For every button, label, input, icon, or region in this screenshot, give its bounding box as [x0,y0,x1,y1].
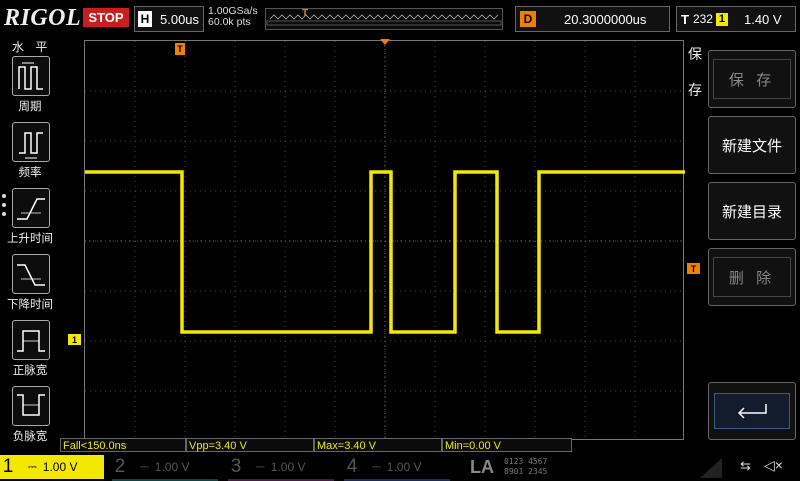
trigger-key: T [681,11,689,27]
dc-coupling-icon: ⎓ [372,460,381,473]
run-stop-indicator[interactable]: STOP [83,8,129,27]
brand-logo: RIGOL [4,5,82,31]
measurement-min[interactable]: Min=0.00 V [442,438,572,452]
save-menu-tab: 保 存 [688,42,706,102]
usb-icon: ⇆ [740,458,751,473]
center-time-marker-icon [380,39,390,45]
trigger-source: 1 [715,12,728,26]
top-status-bar: RIGOL STOP H 5.00us 1.00GSa/s 60.0k pts … [0,0,800,36]
dc-coupling-icon: ⎓ [256,460,265,473]
delay-value: 20.3000000us [564,11,647,27]
measure-negative-width-button[interactable]: 负脉宽 [6,386,54,446]
measure-period-label: 周期 [18,101,42,113]
ch1-ground-marker[interactable]: 1 [68,334,81,345]
horizontal-scale-value: 5.00us [160,11,200,27]
measurement-vpp[interactable]: Vpp=3.40 V [186,438,314,452]
measure-frequency-label: 频率 [18,167,42,179]
measurement-fall-time[interactable]: Fall<150.0ns [60,438,186,452]
measurement-max[interactable]: Max=3.40 V [314,438,442,452]
channel-2-scale: 1.00 V [154,460,190,474]
enter-icon [714,393,790,429]
channel-1-tab[interactable]: 1 ⎓ 1.00 V [0,455,104,479]
measure-negative-width-label: 负脉宽 [12,431,48,443]
channel-4-tab[interactable]: 4 ⎓ 1.00 V [344,455,450,481]
waveform-graticule [85,41,685,441]
measurement-bar: Fall<150.0ns Vpp=3.40 V Max=3.40 V Min=0… [60,438,572,452]
period-icon [12,56,50,96]
frequency-icon [12,122,50,162]
delay-key: D [520,11,536,27]
new-folder-button[interactable]: 新建目录 [708,182,796,240]
save-menu-tab-char-1: 保 [688,46,702,62]
new-file-button[interactable]: 新建文件 [708,116,796,174]
measure-fall-time-label: 下降时间 [7,299,53,311]
channel-4-number: 4 [346,456,358,477]
acquisition-info: 1.00GSa/s 60.0k pts [208,6,258,28]
fall-time-icon [12,254,50,294]
enter-button[interactable] [708,382,796,440]
save-button-label: 保 存 [713,59,791,99]
channel-2-tab[interactable]: 2 ⎓ 1.00 V [112,455,218,481]
channel-1-scale: 1.00 V [42,460,78,474]
save-menu: 保 存 保 存 新建文件 新建目录 删 除 [686,36,800,456]
horizontal-scale-box[interactable]: H 5.00us [134,6,204,32]
measure-rise-time-label: 上升时间 [7,233,53,245]
channel-2-number: 2 [114,456,126,477]
channel-4-scale: 1.00 V [386,460,422,474]
save-button[interactable]: 保 存 [708,50,796,108]
measure-frequency-button[interactable]: 频率 [6,122,54,182]
trigger-position-marker-overview: T [302,8,309,19]
save-menu-tab-char-2: 存 [688,82,702,98]
trigger-position-marker[interactable]: T [175,43,185,55]
logic-analyzer-label: LA [470,456,494,477]
delete-button-label: 删 除 [713,257,791,297]
measure-rise-time-button[interactable]: 上升时间 [6,188,54,248]
dc-coupling-icon: ⎓ [28,460,37,473]
logic-analyzer-channels: 0123 4567 8901 2345 [504,457,547,477]
measure-positive-width-label: 正脉宽 [12,365,48,377]
channel-3-number: 3 [230,456,242,477]
measure-period-button[interactable]: 周期 [6,56,54,116]
memory-depth: 60.0k pts [208,16,251,28]
horizontal-measure-menu: 水 平 周期 频率 上升时间 下降时间 正脉宽 负脉宽 [0,36,58,456]
horizontal-key: H [138,11,152,27]
channel-1-number: 1 [2,456,14,477]
trigger-box[interactable]: T 232 1 1.40 V [676,6,796,32]
channel-status-bar: 1 ⎓ 1.00 V 2 ⎓ 1.00 V 3 ⎓ 1.00 V 4 ⎓ 1.0… [0,454,800,481]
delete-button[interactable]: 删 除 [708,248,796,306]
trigger-level-value: 1.40 V [743,11,782,27]
logic-analyzer-row-1: 0123 4567 [504,457,548,466]
measure-positive-width-button[interactable]: 正脉宽 [6,320,54,380]
dc-coupling-icon: ⎓ [140,460,149,473]
delay-box[interactable]: D 20.3000000us [515,6,670,32]
logic-analyzer-tab[interactable]: LA 0123 4567 8901 2345 [460,455,600,479]
rise-time-icon [12,188,50,228]
notification-arrow-icon[interactable] [700,458,722,478]
channel-3-tab[interactable]: 3 ⎓ 1.00 V [228,455,334,481]
negative-width-icon [12,386,50,426]
logic-analyzer-row-2: 8901 2345 [504,467,548,476]
measure-fall-time-button[interactable]: 下降时间 [6,254,54,314]
sound-muted-icon[interactable]: ◁× [764,457,783,474]
memory-overview-bar[interactable]: T [265,8,503,30]
channel-3-scale: 1.00 V [270,460,306,474]
trigger-mode-code: 232 [692,12,713,26]
positive-width-icon [12,320,50,360]
waveform-display[interactable]: T [84,39,685,441]
left-menu-title: 水 平 [12,40,52,54]
